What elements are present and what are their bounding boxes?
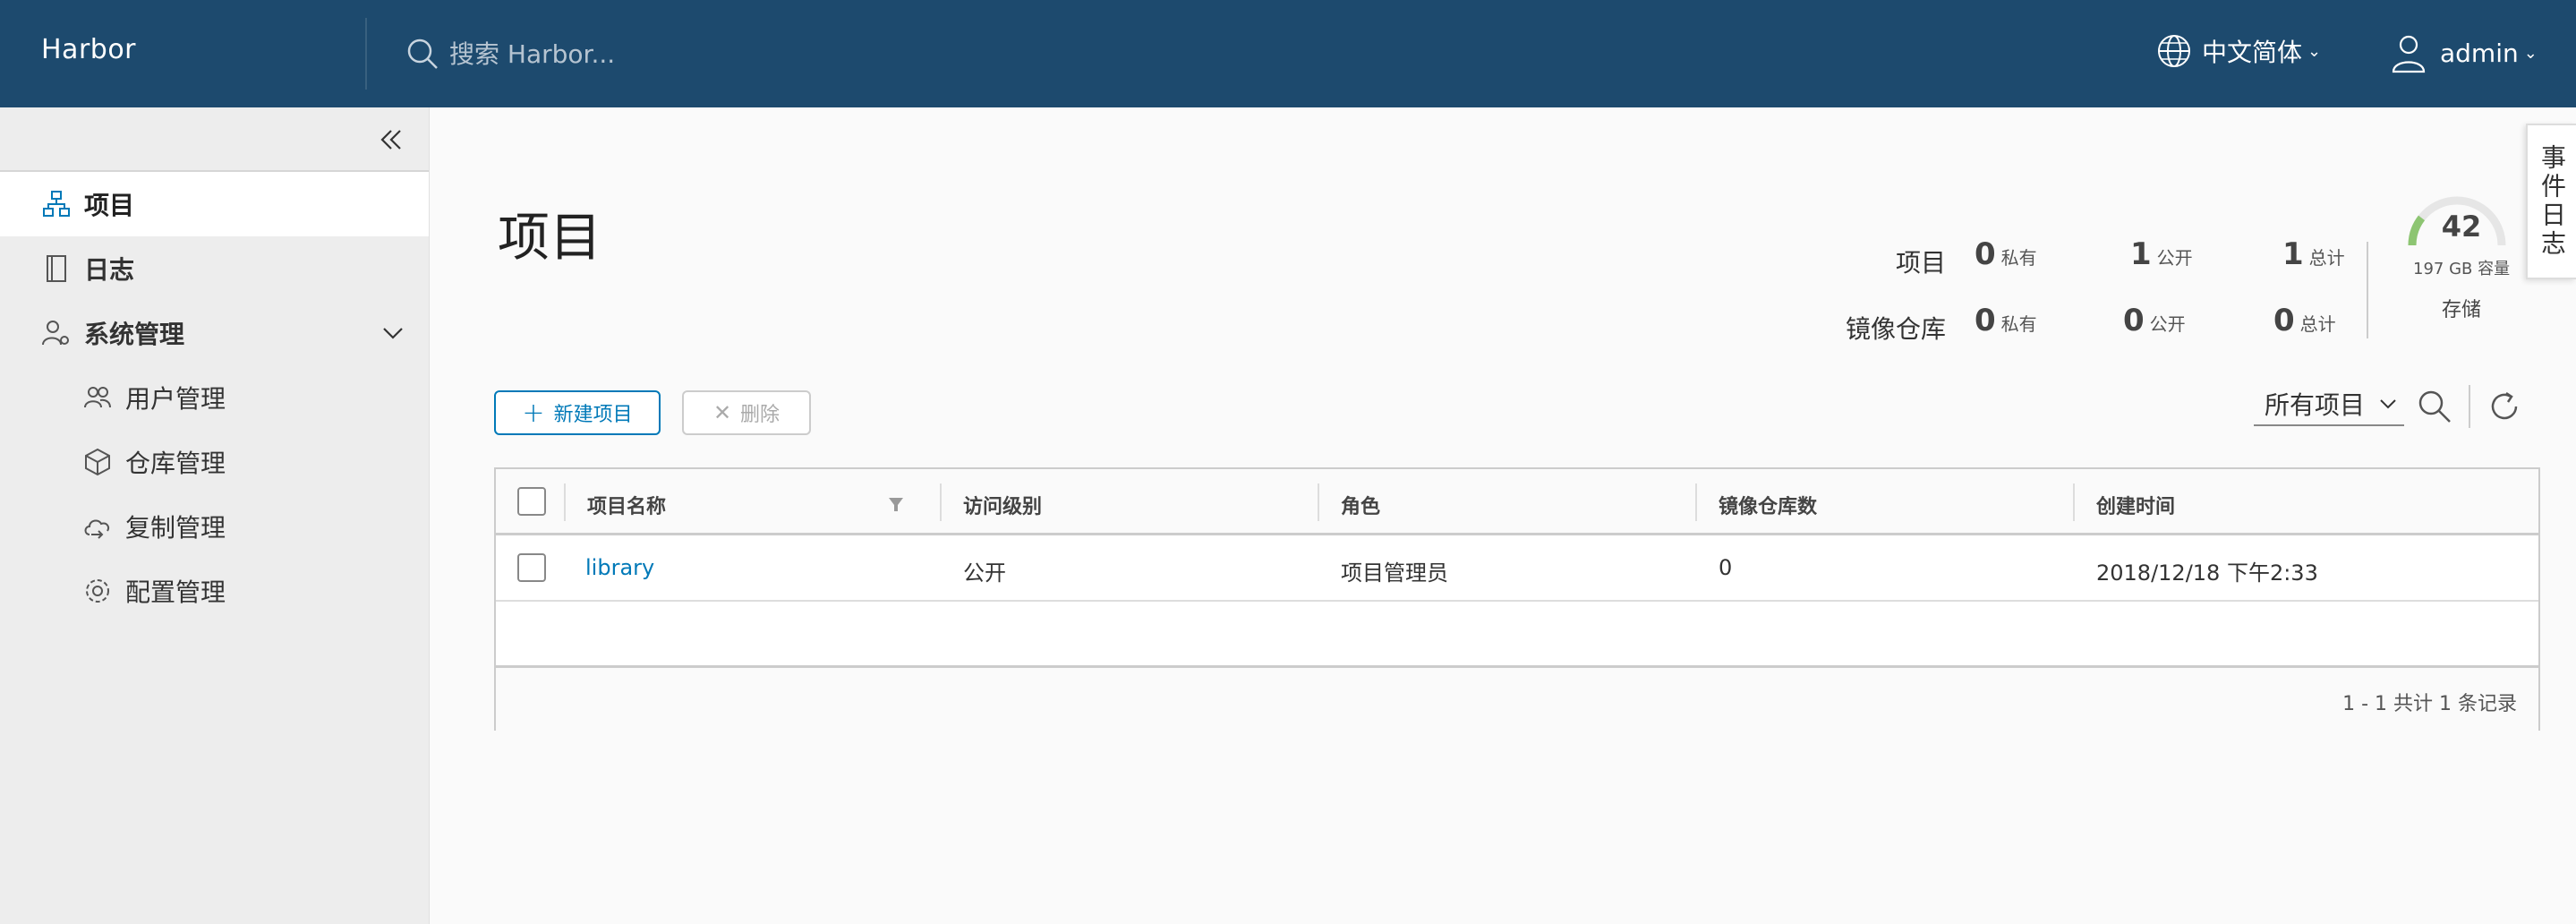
sidebar-item-users[interactable]: 用户管理 <box>0 365 429 430</box>
page-title: 项目 <box>498 207 602 268</box>
storage-label: 存储 <box>2442 299 2482 321</box>
toolbar-divider <box>2469 385 2470 428</box>
filter-icon[interactable] <box>886 494 906 514</box>
globe-icon <box>2158 35 2190 67</box>
refresh-icon[interactable] <box>2486 389 2522 424</box>
summary-label: 镜像仓库 <box>1845 314 1946 344</box>
delete-button[interactable]: ✕ 删除 <box>682 390 811 435</box>
top-header: Harbor 中文简体 ⌄ admin ⌄ <box>0 0 2576 107</box>
users-icon <box>82 382 113 413</box>
projects-private: 0 私有 <box>1975 236 2037 272</box>
brand-title[interactable]: Harbor <box>41 34 136 65</box>
global-search[interactable] <box>405 32 1076 75</box>
repos-total: 0 总计 <box>2273 303 2336 338</box>
language-label: 中文简体 <box>2202 38 2303 67</box>
delete-label: 删除 <box>740 404 780 426</box>
sidebar-item-label: 项目 <box>84 191 135 220</box>
table-row: library 公开 项目管理员 0 2018/12/18 下午2:33 <box>496 535 2538 602</box>
sidebar-item-label: 系统管理 <box>84 320 185 349</box>
column-separator <box>1695 483 1697 521</box>
sidebar-item-admin[interactable]: 系统管理 <box>0 301 429 365</box>
project-access: 公开 <box>963 560 1006 586</box>
search-icon[interactable] <box>2417 389 2452 424</box>
admin-icon <box>41 318 72 348</box>
storage-capacity: 197 GB 容量 <box>2413 260 2511 278</box>
registry-icon <box>82 447 113 477</box>
column-header-role[interactable]: 角色 <box>1341 491 1380 519</box>
language-selector[interactable]: 中文简体 ⌄ <box>2155 32 2321 70</box>
repos-private: 0 私有 <box>1975 303 2037 338</box>
table-footer: 1 - 1 共计 1 条记录 <box>496 668 2538 731</box>
project-repo-count: 0 <box>1719 555 1733 580</box>
stats-divider <box>2367 242 2368 338</box>
projects-total: 1 总计 <box>2282 236 2345 272</box>
summary-row-projects: 项目 0 私有 1 公开 1 总计 <box>1799 235 2372 288</box>
search-icon <box>407 38 438 69</box>
column-header-access[interactable]: 访问级别 <box>963 491 1042 519</box>
sidebar-item-registries[interactable]: 仓库管理 <box>0 430 429 494</box>
pagination-summary: 1 - 1 共计 1 条记录 <box>2342 693 2517 715</box>
collapse-icon[interactable] <box>375 124 407 156</box>
log-icon <box>41 253 72 284</box>
sidebar-item-label: 仓库管理 <box>125 449 226 478</box>
chevron-down-icon: ⌄ <box>2307 41 2322 61</box>
column-separator <box>1318 483 1319 521</box>
sidebar-collapse-row <box>0 107 429 172</box>
sidebar-item-projects[interactable]: 项目 <box>0 172 429 236</box>
filter-value: 所有项目 <box>2265 390 2366 420</box>
project-created: 2018/12/18 下午2:33 <box>2096 560 2318 586</box>
chevron-down-icon[interactable] <box>380 322 405 344</box>
sidebar-item-label: 日志 <box>84 255 135 285</box>
project-name-link[interactable]: library <box>585 555 654 580</box>
project-filter-select[interactable]: 所有项目 <box>2254 383 2404 426</box>
storage-value: 42 <box>2441 210 2482 244</box>
project-icon <box>41 189 72 219</box>
sidebar-item-label: 复制管理 <box>125 513 226 543</box>
column-separator <box>564 483 566 521</box>
column-header-repo-count[interactable]: 镜像仓库数 <box>1719 491 1817 519</box>
column-header-name[interactable]: 项目名称 <box>587 491 666 519</box>
sidebar-item-logs[interactable]: 日志 <box>0 236 429 301</box>
user-icon <box>2392 35 2426 73</box>
projects-public: 1 公开 <box>2130 236 2193 272</box>
sidebar: 项目 日志 系统管理 用户管理 仓库管理 复制管理 配置管理 <box>0 107 430 924</box>
replication-icon <box>82 511 113 542</box>
chevron-down-icon <box>2380 399 2396 409</box>
new-project-button[interactable]: + 新建项目 <box>494 390 661 435</box>
user-menu[interactable]: admin ⌄ <box>2390 32 2538 73</box>
sidebar-item-label: 用户管理 <box>125 384 226 414</box>
project-role: 项目管理员 <box>1341 560 1448 586</box>
summary-row-repos: 镜像仓库 0 私有 0 公开 0 总计 <box>1799 301 2372 355</box>
plus-icon: + <box>522 397 545 429</box>
repos-public: 0 公开 <box>2123 303 2186 338</box>
column-header-created[interactable]: 创建时间 <box>2096 491 2175 519</box>
event-log-tab[interactable]: 事件日志 <box>2526 124 2576 279</box>
projects-table: 项目名称 访问级别 角色 镜像仓库数 创建时间 library 公开 项目管理员… <box>494 467 2540 731</box>
chevron-down-icon: ⌄ <box>2523 43 2538 63</box>
close-icon: ✕ <box>712 400 732 425</box>
sidebar-item-replication[interactable]: 复制管理 <box>0 494 429 559</box>
table-empty-area <box>496 602 2538 668</box>
column-separator <box>940 483 942 521</box>
select-all-checkbox[interactable] <box>517 487 546 516</box>
row-checkbox[interactable] <box>517 553 546 582</box>
new-project-label: 新建项目 <box>553 404 633 426</box>
column-separator <box>2073 483 2075 521</box>
sidebar-item-config[interactable]: 配置管理 <box>0 559 429 623</box>
table-header: 项目名称 访问级别 角色 镜像仓库数 创建时间 <box>496 469 2538 535</box>
search-input[interactable] <box>449 38 1076 69</box>
sidebar-item-label: 配置管理 <box>125 578 226 607</box>
username-label: admin <box>2440 38 2519 68</box>
header-divider <box>365 18 367 90</box>
gear-icon <box>82 576 113 606</box>
summary-label: 项目 <box>1895 248 1946 278</box>
